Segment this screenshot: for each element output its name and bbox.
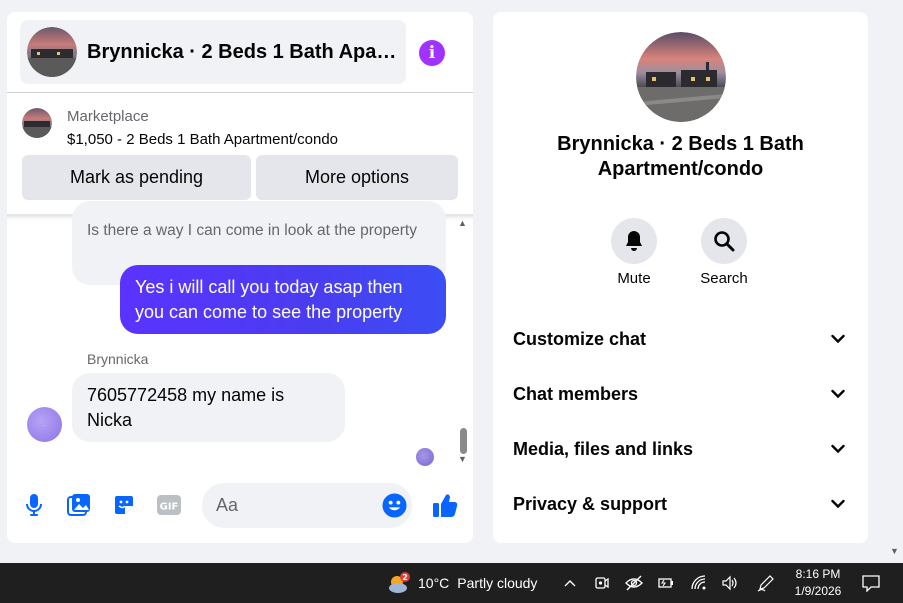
mute-button[interactable] [611,218,657,264]
bell-icon [626,231,642,251]
weather-icon: 2 [386,571,412,595]
emoji-icon[interactable] [382,493,407,518]
weather-widget[interactable]: 2 10°C Partly cloudy [386,571,537,595]
thumbs-up-icon[interactable] [431,491,459,519]
section-label: Customize chat [513,328,647,349]
mark-pending-button[interactable]: Mark as pending [22,155,251,200]
battery-icon[interactable] [655,563,677,603]
scroll-down-arrow[interactable]: ▼ [458,454,467,464]
search-icon [714,231,735,252]
gif-icon[interactable]: GIF [155,491,183,519]
microphone-icon[interactable] [20,491,48,519]
section-privacy-support[interactable]: Privacy & support [513,489,853,519]
message-input-box[interactable] [202,483,412,528]
page-scroll-down-arrow[interactable]: ▼ [890,546,899,556]
more-options-button[interactable]: More options [256,155,458,200]
sender-name: Brynnicka [87,351,149,367]
network-off-icon[interactable] [623,563,645,603]
section-label: Media, files and links [513,438,694,459]
message-bubble-outgoing: Yes i will call you today asap then you … [120,265,446,334]
chevron-down-icon [831,499,845,509]
chat-title: Brynnicka · 2 Beds 1 Bath Apartment/cond… [87,40,399,63]
pen-icon[interactable] [755,563,777,603]
svg-text:GIF: GIF [160,502,179,513]
scroll-up-arrow[interactable]: ▲ [458,218,467,228]
listing-price-title: $1,050 - 2 Beds 1 Bath Apartment/condo [67,131,339,148]
volume-icon[interactable] [719,563,741,603]
read-receipt-avatar [416,448,434,466]
listing-source: Marketplace [67,108,149,125]
section-customize-chat[interactable]: Customize chat [513,324,853,354]
listing-summary[interactable]: Marketplace $1,050 - 2 Beds 1 Bath Apart… [22,108,462,150]
section-media-files-links[interactable]: Media, files and links [513,434,853,464]
profile-title: Brynnicka · 2 Beds 1 Bath Apartment/cond… [557,133,804,180]
sender-avatar[interactable]: ····· [27,407,62,442]
chat-panel: Brynnicka · 2 Beds 1 Bath Apartment/cond… [7,12,473,543]
listing-avatar [27,27,77,77]
sticker-icon[interactable] [110,491,138,519]
profile-avatar[interactable] [636,32,726,122]
wifi-icon[interactable] [688,563,710,603]
message-scrollbar[interactable]: ▲ ▼ [456,218,470,470]
weather-condition: Partly cloudy [457,575,538,591]
chat-header[interactable]: Brynnicka · 2 Beds 1 Bath Apartment/cond… [20,20,406,84]
chevron-up-icon[interactable] [561,563,579,603]
header-divider [7,92,473,93]
chevron-down-icon [831,334,845,344]
notification-icon[interactable] [860,563,882,603]
chevron-down-icon [831,389,845,399]
taskbar: 2 10°C Partly cloudy 8:16 PM 1/9/2026 [0,563,903,603]
photo-icon[interactable] [65,491,93,519]
clock-time: 8:16 PM [795,567,841,581]
search-label: Search [700,270,748,287]
scroll-thumb[interactable] [460,428,467,454]
message-input[interactable] [216,493,366,518]
message-bubble-incoming: 7605772458 my name is Nicka [72,373,345,442]
section-label: Privacy & support [513,493,668,514]
temperature: 10°C [418,575,450,591]
search-button[interactable] [701,218,747,264]
camera-icon[interactable] [592,563,612,603]
section-label: Chat members [513,383,639,404]
message-composer: GIF [7,477,473,533]
mute-label: Mute [617,270,651,287]
chat-info-panel: Brynnicka · 2 Beds 1 Bath Apartment/cond… [493,12,868,543]
chevron-down-icon [831,444,845,454]
message-list[interactable]: Is there a way I can come in look at the… [7,201,473,472]
weather-badge: 2 [402,573,408,582]
system-clock[interactable]: 8:16 PM 1/9/2026 [788,566,848,600]
listing-thumbnail [22,108,52,138]
clock-date: 1/9/2026 [794,584,842,598]
section-chat-members[interactable]: Chat members [513,379,853,409]
info-icon[interactable]: i [419,40,445,66]
